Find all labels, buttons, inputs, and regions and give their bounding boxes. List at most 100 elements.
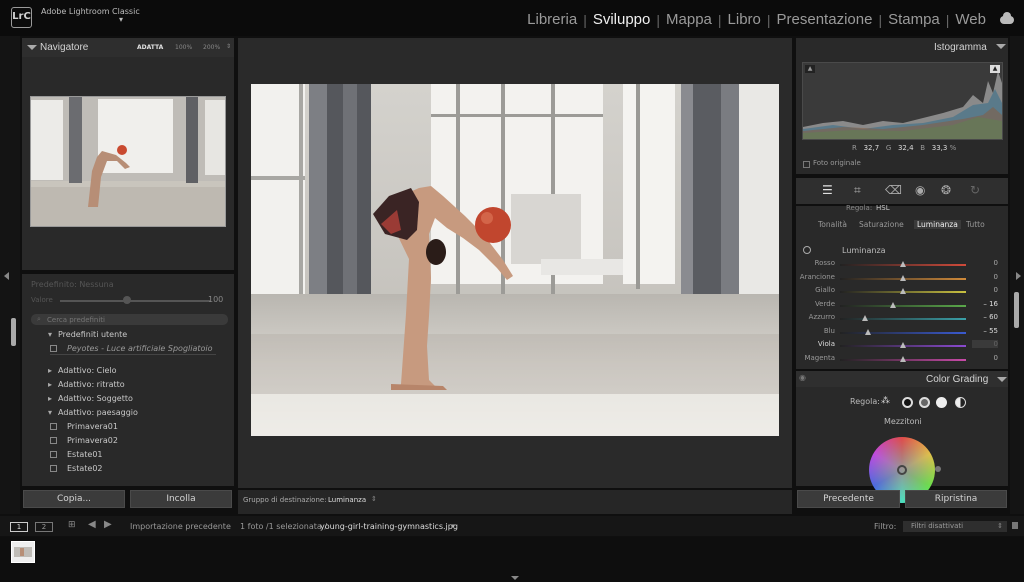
right-panel-edge[interactable] <box>1010 36 1024 514</box>
reset-button[interactable]: Ripristina <box>905 490 1007 508</box>
preset-search-input[interactable] <box>47 314 217 325</box>
highlight-clipping-icon[interactable]: ▲ <box>990 65 1000 73</box>
color-grading-header[interactable]: ◉ Color Grading <box>796 371 1008 387</box>
hsl-slider-row[interactable]: Magenta 0 <box>796 353 1006 366</box>
module-libro[interactable]: Libro <box>722 11 767 28</box>
expanded-triangle-icon[interactable]: ▾ <box>48 330 58 339</box>
left-scrollbar[interactable] <box>11 318 16 346</box>
grid-view-icon[interactable]: ⊞ <box>68 520 76 530</box>
module-stampa[interactable]: Stampa <box>882 11 946 28</box>
hsl-slider-row[interactable]: Verde – 16 <box>796 299 1006 312</box>
wheel-center-handle[interactable] <box>897 465 907 475</box>
collapsed-triangle-icon[interactable]: ▸ <box>48 380 58 389</box>
collapsed-triangle-icon[interactable]: ▸ <box>48 366 58 375</box>
histogram-collapse-icon[interactable] <box>996 44 1006 49</box>
preset-group[interactable]: ▸ Adattivo: Soggetto <box>48 394 133 403</box>
filmstrip-collapse-arrow[interactable] <box>511 576 519 580</box>
original-photo-checkbox[interactable] <box>803 161 810 168</box>
global-wheel-icon[interactable] <box>955 397 966 408</box>
crop-icon[interactable]: ⌗ <box>854 183 861 198</box>
masking-icon[interactable]: ❂ <box>941 183 951 197</box>
hsl-slider-knob[interactable] <box>900 274 906 281</box>
module-presentazione[interactable]: Presentazione <box>771 11 879 28</box>
filmstrip-source[interactable]: Importazione precedente <box>130 522 231 531</box>
zoom-100-option[interactable]: 100% <box>175 44 192 51</box>
hsl-slider-track[interactable] <box>840 331 966 334</box>
navigator-preview-image[interactable] <box>30 96 226 227</box>
collapsed-triangle-icon[interactable]: ▸ <box>48 394 58 403</box>
collapse-right-arrow[interactable] <box>1016 272 1021 280</box>
filmstrip-thumbnail[interactable] <box>11 541 35 563</box>
filter-lock-icon[interactable] <box>1012 522 1018 529</box>
zoom-fit-option[interactable]: ADATTA <box>137 44 163 51</box>
back-arrow-icon[interactable]: ◀ <box>88 519 96 530</box>
page-2-button[interactable]: 2 <box>35 522 53 532</box>
preset-search-field[interactable]: ⌕ <box>31 314 228 325</box>
preset-amount-track[interactable] <box>60 300 210 302</box>
module-libreria[interactable]: Libreria <box>521 11 583 28</box>
hsl-slider-track[interactable] <box>840 304 966 307</box>
page-1-button[interactable]: 1 <box>10 522 28 532</box>
hsl-slider-track[interactable] <box>840 318 966 320</box>
zoom-200-option[interactable]: 200% <box>203 44 220 51</box>
shadows-wheel-icon[interactable] <box>902 397 913 408</box>
module-mappa[interactable]: Mappa <box>660 11 718 28</box>
preset-amount-knob[interactable] <box>123 296 131 304</box>
tab-saturazione[interactable]: Saturazione <box>859 220 904 229</box>
preset-group[interactable]: ▾ Adattivo: paesaggio <box>48 408 138 417</box>
hsl-slider-value[interactable]: – 60 <box>972 313 998 321</box>
identity-plate-menu[interactable]: ▾ <box>119 15 123 24</box>
hsl-slider-value[interactable]: 0 <box>972 286 998 294</box>
cloud-sync-icon[interactable] <box>1000 11 1014 24</box>
hsl-slider-value[interactable]: – 16 <box>972 300 998 308</box>
preset-item[interactable]: Estate01 <box>50 450 103 459</box>
hsl-slider-knob[interactable] <box>900 261 906 267</box>
panel-visibility-eye-icon[interactable]: ◉ <box>799 373 806 382</box>
tab-luminanza[interactable]: Luminanza <box>914 220 961 229</box>
tab-tonalità[interactable]: Tonalità <box>818 220 847 229</box>
hsl-slider-value[interactable]: – 55 <box>972 327 998 335</box>
filter-dropdown[interactable]: Filtri disattivati ⇕ <box>903 521 1007 532</box>
hsl-slider-knob[interactable] <box>900 288 906 294</box>
hsl-slider-value[interactable]: 0 <box>972 259 998 267</box>
histogram-graph[interactable]: ▲ ▲ <box>802 62 1003 140</box>
color-grading-collapse-icon[interactable] <box>997 377 1007 382</box>
reset-tool-icon[interactable]: ↻ <box>970 183 980 197</box>
target-group-arrows-icon[interactable]: ⇕ <box>371 495 377 503</box>
expanded-triangle-icon[interactable]: ▾ <box>48 408 58 417</box>
left-panel-edge[interactable] <box>0 36 20 514</box>
hsl-slider-row[interactable]: Giallo 0 <box>796 285 1006 298</box>
hsl-slider-value[interactable]: 0 <box>972 273 998 281</box>
copy-button[interactable]: Copia... <box>23 490 125 508</box>
collapse-triangle-icon[interactable] <box>27 45 37 50</box>
hsl-slider-knob[interactable] <box>900 342 906 348</box>
healing-icon[interactable]: ⌫ <box>885 183 902 197</box>
hsl-slider-knob[interactable] <box>862 315 869 321</box>
main-photo[interactable] <box>251 84 779 436</box>
midtones-wheel-icon[interactable] <box>919 397 930 408</box>
previous-button[interactable]: Precedente <box>797 490 900 508</box>
zoom-menu-arrows-icon[interactable]: ⇕ <box>226 43 231 50</box>
hsl-slider-knob[interactable] <box>900 355 906 362</box>
target-group-value[interactable]: Luminanza <box>328 496 366 504</box>
preset-item[interactable]: Primavera02 <box>50 436 118 445</box>
preset-group[interactable]: ▾ Predefiniti utente <box>48 330 127 339</box>
hsl-slider-row[interactable]: Rosso 0 <box>796 258 1006 271</box>
hsl-slider-row[interactable]: Viola 0 <box>796 339 1006 352</box>
highlights-wheel-icon[interactable] <box>936 397 947 408</box>
wheel-luminance-dot[interactable] <box>935 466 941 472</box>
target-adjust-icon[interactable] <box>803 246 811 254</box>
preset-item[interactable]: Estate02 <box>50 464 103 473</box>
module-sviluppo[interactable]: Sviluppo <box>587 11 657 28</box>
hsl-slider-value[interactable]: 0 <box>972 354 998 362</box>
preset-group[interactable]: ▸ Adattivo: Cielo <box>48 366 117 375</box>
right-scrollbar[interactable] <box>1014 292 1019 328</box>
preset-item[interactable]: Primavera01 <box>50 422 118 431</box>
hsl-slider-knob[interactable] <box>889 301 896 308</box>
hsl-slider-value[interactable]: 0 <box>972 340 998 348</box>
forward-arrow-icon[interactable]: ▶ <box>104 519 112 530</box>
red-eye-icon[interactable]: ◉ <box>915 183 925 197</box>
hsl-slider-row[interactable]: Blu – 55 <box>796 326 1006 339</box>
shadow-clipping-icon[interactable]: ▲ <box>805 65 815 73</box>
three-way-icon[interactable]: ⁂ <box>881 396 890 406</box>
